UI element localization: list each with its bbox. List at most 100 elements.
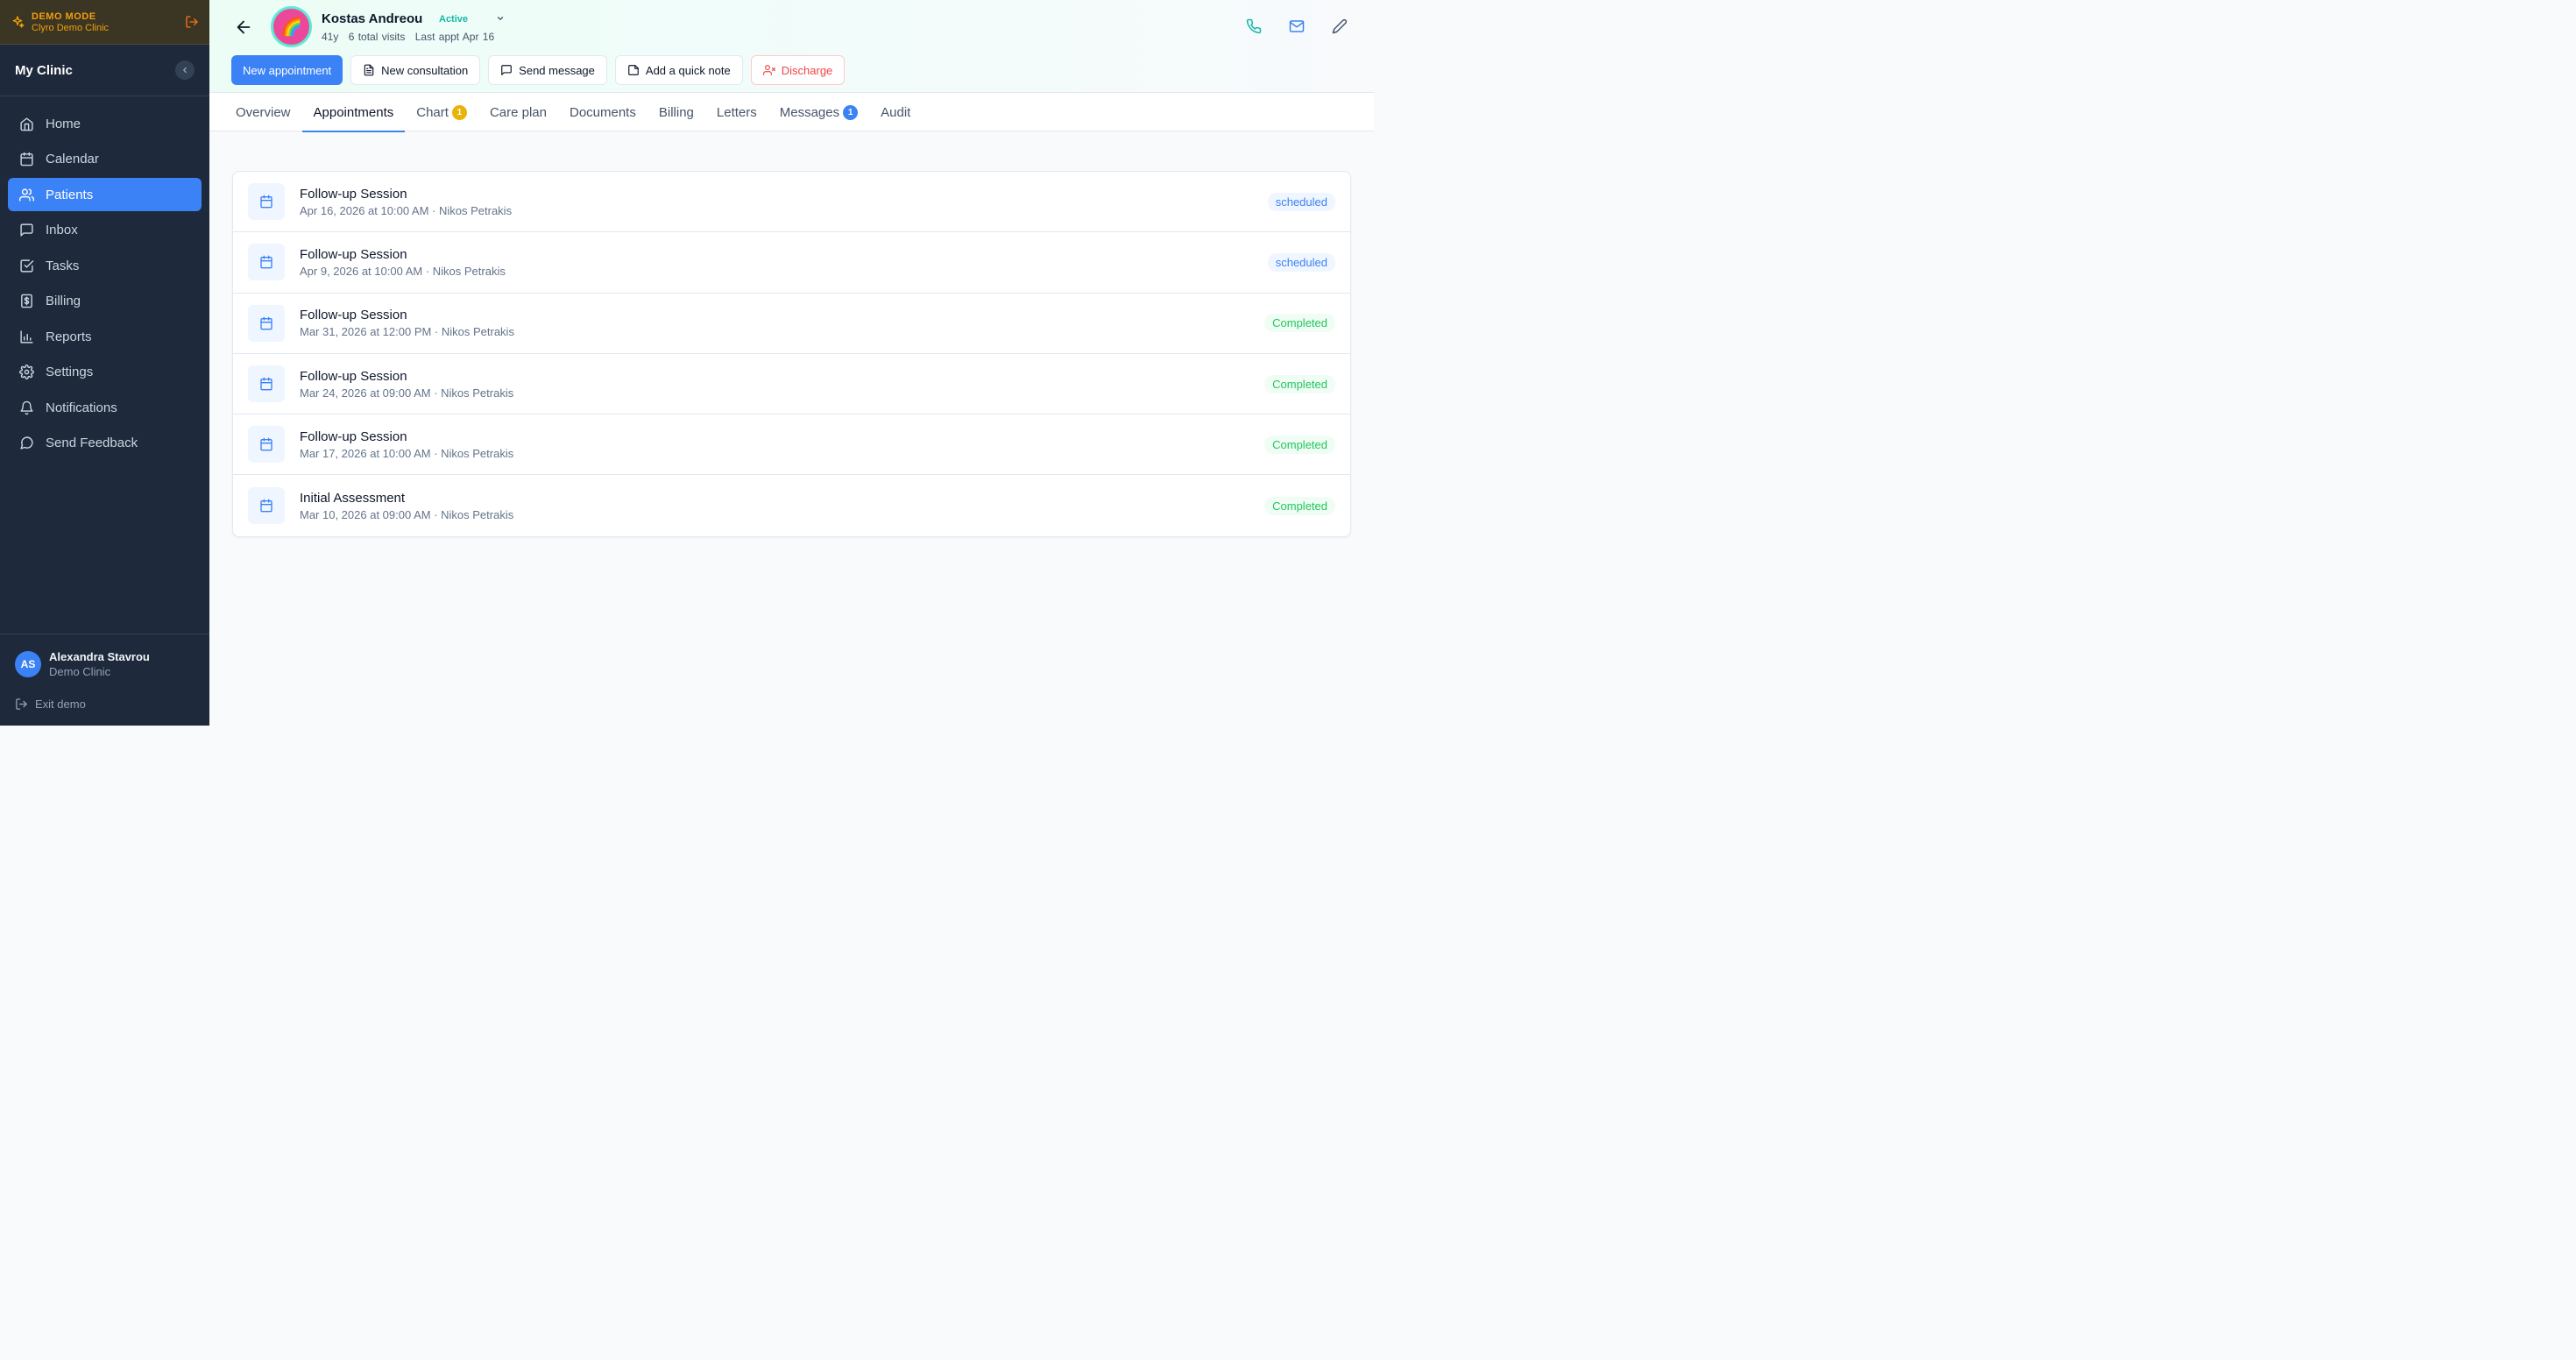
current-user[interactable]: AS Alexandra Stavrou Demo Clinic bbox=[15, 650, 195, 678]
appointment-title: Follow-up Session bbox=[300, 246, 407, 262]
chevron-down-icon[interactable] bbox=[496, 14, 505, 23]
patient-meta: 41y 6 total visits Last appt Apr 16 bbox=[322, 31, 500, 43]
sidebar-item-label: Settings bbox=[46, 365, 94, 379]
appointments-list: Follow-up Session Apr 16, 2026 at 10:00 A… bbox=[232, 171, 1351, 537]
list-item[interactable]: Follow-up Session Mar 31, 2026 at 12:00 P… bbox=[233, 294, 1350, 354]
tab-label: Appointments bbox=[313, 104, 394, 120]
sidebar-item-inbox[interactable]: Inbox bbox=[8, 214, 202, 247]
send-message-button[interactable]: Send message bbox=[488, 55, 607, 85]
send-message-label: Send message bbox=[519, 63, 595, 77]
exit-demo-label: Exit demo bbox=[35, 698, 86, 711]
clinic-name: My Clinic bbox=[15, 62, 73, 78]
pencil-icon[interactable] bbox=[1332, 18, 1348, 34]
sidebar-item-label: Billing bbox=[46, 294, 81, 308]
tab-label: Letters bbox=[716, 104, 757, 120]
home-icon bbox=[20, 117, 33, 131]
sidebar-item-calendar[interactable]: Calendar bbox=[8, 143, 202, 176]
message-square-icon bbox=[20, 223, 33, 237]
sidebar-item-label: Calendar bbox=[46, 152, 99, 166]
sidebar-item-send-feedback[interactable]: Send Feedback bbox=[8, 427, 202, 460]
status-badge: Completed bbox=[1264, 496, 1335, 515]
patient-actions: New appointment New consultation Send me… bbox=[231, 55, 846, 85]
patient-last-appt: Last appt Apr 16 bbox=[414, 31, 495, 43]
appointment-details: Mar 24, 2026 at 09:00 AM · Nikos Petraki… bbox=[300, 386, 514, 400]
calendar-icon bbox=[248, 365, 285, 403]
calendar-icon bbox=[248, 244, 285, 281]
tab-chart[interactable]: Chart 1 bbox=[405, 93, 478, 131]
appointment-details: Mar 31, 2026 at 12:00 PM · Nikos Petraki… bbox=[300, 325, 514, 339]
patient-name: Kostas Andreou bbox=[322, 11, 423, 26]
tab-care-plan[interactable]: Care plan bbox=[478, 93, 558, 131]
tab-label: Overview bbox=[236, 104, 291, 120]
patient-header: 🌈 Kostas Andreou Active 41y 6 total visi… bbox=[209, 0, 1374, 93]
sticky-note-icon bbox=[628, 65, 639, 75]
list-item[interactable]: Initial Assessment Mar 10, 2026 at 09:00 … bbox=[233, 475, 1350, 535]
demo-clinic-name: Clyro Demo Clinic bbox=[32, 22, 110, 33]
calendar-icon bbox=[248, 304, 285, 342]
sidebar-item-label: Tasks bbox=[46, 258, 80, 273]
exit-demo-button[interactable]: Exit demo bbox=[15, 698, 195, 711]
messages-count-badge: 1 bbox=[843, 104, 859, 120]
tab-billing[interactable]: Billing bbox=[648, 93, 705, 131]
tab-letters[interactable]: Letters bbox=[705, 93, 768, 131]
appointment-details: Mar 10, 2026 at 09:00 AM · Nikos Petraki… bbox=[300, 507, 514, 521]
new-consultation-button[interactable]: New consultation bbox=[350, 55, 481, 85]
appointment-title: Follow-up Session bbox=[300, 368, 407, 384]
sidebar: DEMO MODE Clyro Demo Clinic My Clinic Ho… bbox=[0, 0, 209, 726]
demo-mode-title: DEMO MODE bbox=[32, 11, 96, 22]
calendar-icon bbox=[20, 152, 33, 166]
sidebar-item-label: Inbox bbox=[46, 223, 78, 237]
list-item[interactable]: Follow-up Session Mar 17, 2026 at 10:00 A… bbox=[233, 414, 1350, 476]
user-clinic: Demo Clinic bbox=[49, 665, 111, 678]
chart-count-badge: 1 bbox=[451, 104, 467, 120]
tab-appointments[interactable]: Appointments bbox=[301, 93, 406, 132]
patient-tabs: Overview Appointments Chart 1 Care plan D… bbox=[209, 93, 1374, 132]
calendar-icon bbox=[248, 183, 285, 221]
user-name: Alexandra Stavrou bbox=[49, 650, 150, 663]
sidebar-nav: Home Calendar Patients Inbox Tasks Billi… bbox=[0, 96, 209, 634]
new-appointment-button[interactable]: New appointment bbox=[231, 55, 343, 85]
patient-status[interactable]: Active bbox=[439, 14, 468, 25]
tab-label: Care plan bbox=[489, 104, 547, 120]
calendar-icon bbox=[248, 426, 285, 464]
appointment-title: Follow-up Session bbox=[300, 186, 407, 202]
patient-age: 41y bbox=[322, 31, 339, 43]
avatar: AS bbox=[15, 651, 41, 677]
appointment-details: Apr 16, 2026 at 10:00 AM · Nikos Petraki… bbox=[300, 203, 513, 217]
sidebar-item-label: Send Feedback bbox=[46, 436, 138, 450]
users-icon bbox=[19, 188, 34, 202]
discharge-label: Discharge bbox=[781, 63, 833, 77]
list-item[interactable]: Follow-up Session Apr 9, 2026 at 10:00 AM… bbox=[233, 232, 1350, 294]
collapse-sidebar-button[interactable] bbox=[175, 60, 195, 80]
sidebar-item-settings[interactable]: Settings bbox=[8, 356, 202, 389]
status-badge: Completed bbox=[1264, 435, 1335, 454]
sidebar-item-label: Home bbox=[46, 116, 81, 131]
phone-icon[interactable] bbox=[1246, 18, 1262, 34]
tab-audit[interactable]: Audit bbox=[869, 93, 922, 131]
tab-overview[interactable]: Overview bbox=[224, 93, 302, 131]
add-quick-note-button[interactable]: Add a quick note bbox=[614, 55, 743, 85]
mail-icon[interactable] bbox=[1289, 18, 1305, 34]
sidebar-item-label: Notifications bbox=[46, 400, 117, 415]
sidebar-item-patients[interactable]: Patients bbox=[8, 178, 202, 211]
sidebar-item-notifications[interactable]: Notifications bbox=[8, 391, 202, 424]
tab-messages[interactable]: Messages 1 bbox=[768, 93, 869, 131]
arrow-left-icon[interactable] bbox=[234, 18, 253, 37]
sidebar-item-home[interactable]: Home bbox=[8, 107, 202, 140]
sidebar-item-reports[interactable]: Reports bbox=[8, 320, 202, 353]
gear-icon bbox=[19, 365, 34, 379]
log-out-icon[interactable] bbox=[185, 15, 199, 29]
user-x-icon bbox=[762, 65, 775, 75]
discharge-button[interactable]: Discharge bbox=[750, 55, 846, 85]
sparkles-icon bbox=[12, 16, 25, 28]
sidebar-item-billing[interactable]: Billing bbox=[8, 285, 202, 318]
bell-icon bbox=[20, 400, 33, 414]
list-item[interactable]: Follow-up Session Mar 24, 2026 at 09:00 A… bbox=[233, 354, 1350, 415]
patient-visits: 6 total visits bbox=[348, 31, 406, 43]
tab-label: Billing bbox=[658, 104, 694, 120]
appointment-details: Mar 17, 2026 at 10:00 AM · Nikos Petraki… bbox=[300, 446, 514, 460]
tab-label: Documents bbox=[569, 104, 636, 120]
tab-documents[interactable]: Documents bbox=[558, 93, 648, 131]
list-item[interactable]: Follow-up Session Apr 16, 2026 at 10:00 A… bbox=[233, 172, 1350, 233]
sidebar-item-tasks[interactable]: Tasks bbox=[8, 249, 202, 282]
